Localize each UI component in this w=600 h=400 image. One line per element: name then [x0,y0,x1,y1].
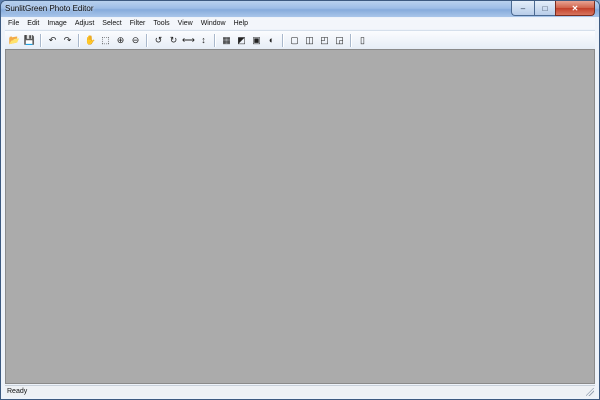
zoom-out-icon[interactable]: ⊖ [130,34,142,46]
menu-select[interactable]: Select [98,20,125,27]
rect-select-icon[interactable]: ⬚ [100,34,112,46]
curves-icon[interactable]: ◩ [236,34,248,46]
save-icon[interactable]: 💾 [24,34,36,46]
menu-edit[interactable]: Edit [23,20,43,27]
status-text: Ready [7,388,28,395]
menu-image[interactable]: Image [43,20,70,27]
toolbar-separator [282,33,284,47]
menu-adjust[interactable]: Adjust [71,20,98,27]
color-balance-icon[interactable]: ▣ [251,34,263,46]
menu-filter[interactable]: Filter [126,20,150,27]
app-window: SunlitGreen Photo Editor ‒ □ ✕ File Edit I… [0,0,600,400]
rotate-left-icon[interactable]: ↺ [153,34,165,46]
window-title: SunlitGreen Photo Editor [5,4,94,13]
menu-bar: File Edit Image Adjust Select Filter Tools View… [5,18,595,29]
levels-icon[interactable]: ▦ [221,34,233,46]
rotate-right-icon[interactable]: ↻ [168,34,180,46]
resize-grip-icon[interactable] [586,388,594,396]
frame-1-icon[interactable]: ▢ [289,34,301,46]
toolbar-separator [78,33,80,47]
minimize-button[interactable]: ‒ [511,1,534,16]
toolbar-separator [350,33,352,47]
status-bar: Ready [5,385,595,397]
brightness-icon[interactable]: ◐ [266,34,278,46]
flip-horizontal-icon[interactable]: ⟷ [182,34,195,46]
frame-3-icon[interactable]: ◰ [319,34,331,46]
canvas-workspace[interactable] [5,49,595,384]
toolbar-separator [214,33,216,47]
redo-icon[interactable]: ↷ [62,34,74,46]
title-bar[interactable]: SunlitGreen Photo Editor ‒ □ ✕ [1,1,599,17]
toolbar-separator [146,33,148,47]
undo-icon[interactable]: ↶ [47,34,59,46]
open-icon[interactable]: 📂 [9,34,21,46]
close-button[interactable]: ✕ [555,1,595,16]
zoom-in-icon[interactable]: ⊕ [115,34,127,46]
toolbar-separator [40,33,42,47]
maximize-button[interactable]: □ [534,1,555,16]
menu-help[interactable]: Help [230,20,252,27]
menu-view[interactable]: View [174,20,197,27]
caption-buttons: ‒ □ ✕ [511,1,595,16]
menu-window[interactable]: Window [197,20,230,27]
toolbar: 📂 💾 ↶ ↷ ✋ ⬚ ⊕ ⊖ ↺ ↻ ⟷ ↕ ▦ ◩ ▣ ◐ ▢ ◫ ◰ ◲ ▯ [5,30,595,50]
flip-vertical-icon[interactable]: ↕ [198,34,210,46]
hand-tool-icon[interactable]: ✋ [85,34,97,46]
film-icon[interactable]: ▯ [357,34,369,46]
menu-tools[interactable]: Tools [149,20,173,27]
menu-file[interactable]: File [5,20,23,27]
frame-4-icon[interactable]: ◲ [334,34,346,46]
frame-2-icon[interactable]: ◫ [304,34,316,46]
